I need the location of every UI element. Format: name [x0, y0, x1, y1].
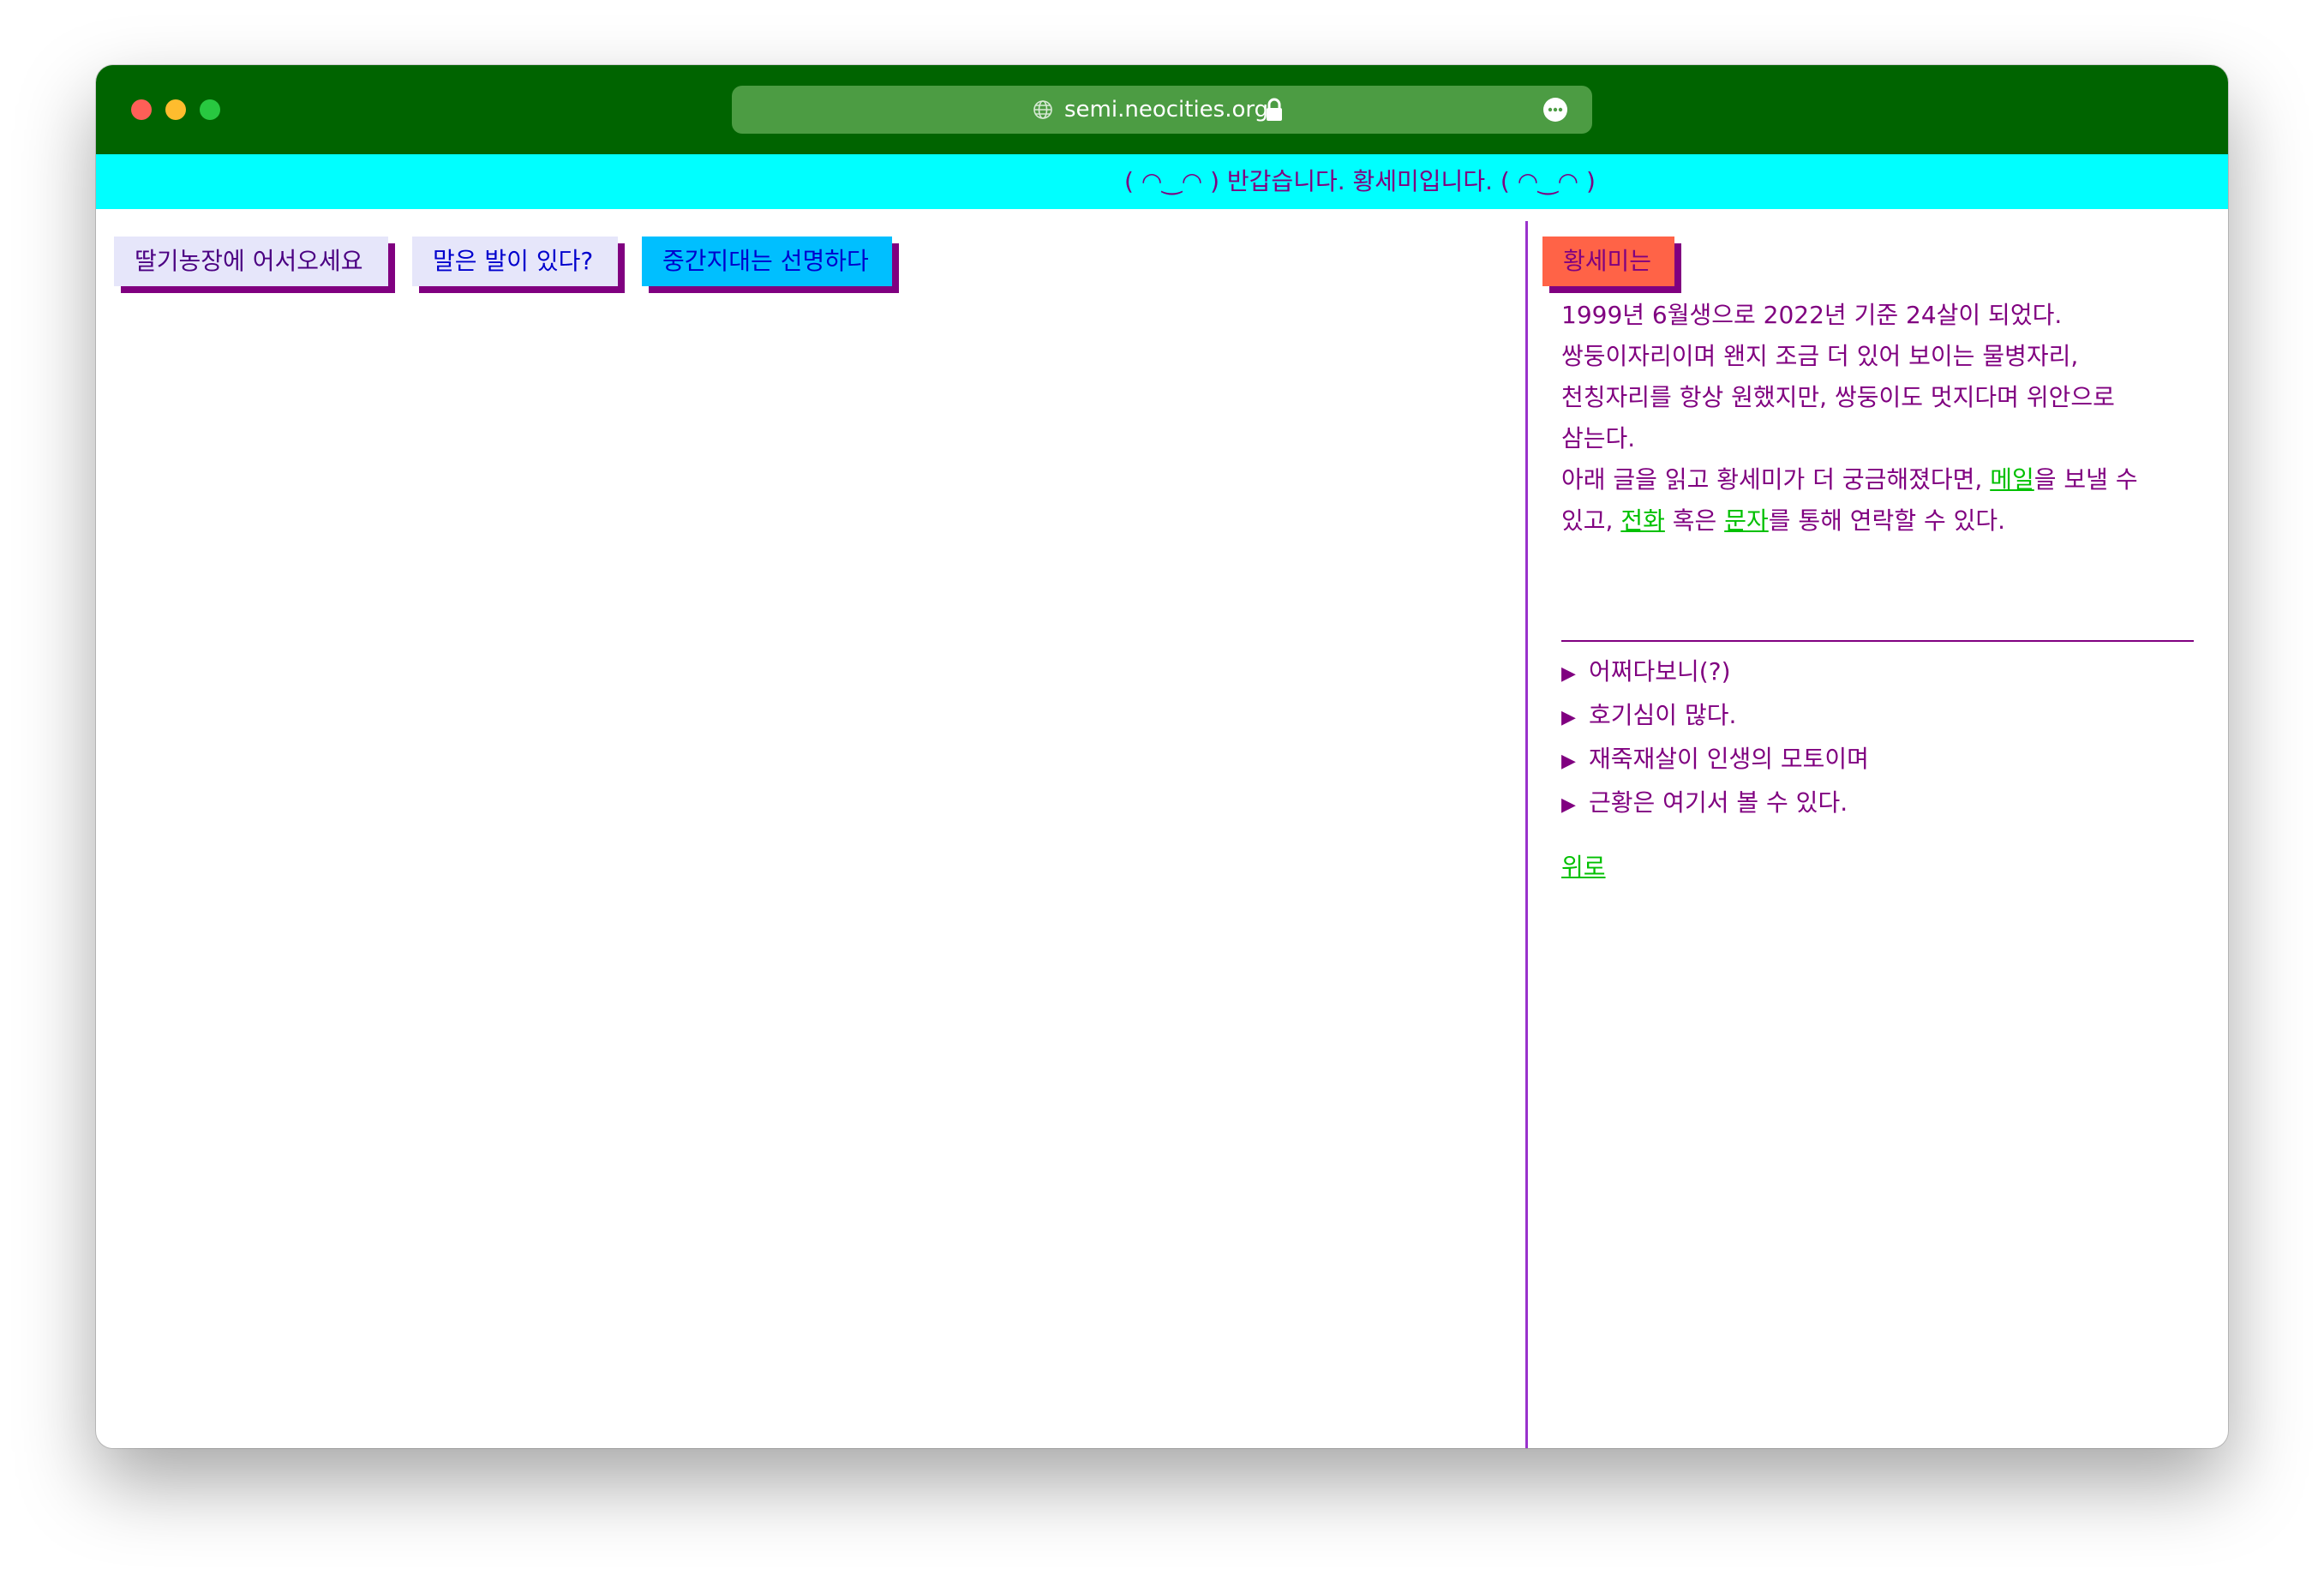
back-to-top-link[interactable]: 위로	[1561, 847, 1606, 888]
lock-icon	[1267, 98, 1282, 121]
text-message-link[interactable]: 문자	[1724, 506, 1769, 535]
welcome-banner: ( ◠‿◠ ) 반갑습니다. 황세미입니다. ( ◠‿◠ )	[96, 154, 2228, 209]
about-line: 천칭자리를 항상 원했지만, 쌍둥이도 멋지다며 위안으로	[1561, 383, 2115, 411]
about-semi-button[interactable]: 황세미는	[1542, 237, 1674, 286]
tab-horse-has-feet[interactable]: 말은 발이 있다?	[412, 237, 618, 286]
contact-paragraph: 아래 글을 읽고 황세미가 더 궁금해졌다면, 메일을 보낼 수있고, 전화 혹…	[1561, 459, 2178, 542]
mail-link[interactable]: 메일	[1990, 465, 2034, 494]
section-divider	[1561, 640, 2194, 642]
phone-link[interactable]: 전화	[1620, 506, 1665, 535]
tab-middle-ground[interactable]: 중간지대는 선명하다	[642, 237, 892, 286]
details-label: 어쩌다보니(?)	[1589, 657, 1731, 686]
triangle-right-icon: ▶	[1561, 794, 1576, 816]
tab-strawberry-farm[interactable]: 딸기농장에 어서오세요	[114, 237, 388, 286]
contact-text: 를 통해 연락할 수 있다.	[1768, 506, 2006, 535]
title-bar: semi.neocities.org	[96, 65, 2228, 154]
details-label: 재죽재살이 인생의 모토이며	[1589, 745, 1869, 773]
contact-text: 있고,	[1561, 506, 1621, 535]
details-toggle[interactable]: ▶ 호기심이 많다.	[1561, 695, 1869, 739]
close-window-button[interactable]	[131, 99, 152, 120]
details-toggle[interactable]: ▶ 재죽재살이 인생의 모토이며	[1561, 739, 1869, 782]
address-bar[interactable]: semi.neocities.org	[732, 86, 1592, 134]
column-divider	[1525, 221, 1528, 1448]
details-toggle[interactable]: ▶ 어쩌다보니(?)	[1561, 651, 1869, 695]
page-content: 딸기농장에 어서오세요 말은 발이 있다? 중간지대는 선명하다 황세미는 19…	[96, 209, 2228, 1448]
welcome-text: ( ◠‿◠ ) 반갑습니다. 황세미입니다. ( ◠‿◠ )	[1124, 167, 1596, 195]
contact-text: 아래 글을 읽고 황세미가 더 궁금해졌다면,	[1561, 465, 1991, 494]
details-label: 호기심이 많다.	[1589, 701, 1737, 729]
about-line: 삼는다.	[1561, 424, 1636, 452]
about-line: 쌍둥이자리이며 왠지 조금 더 있어 보이는 물병자리,	[1561, 342, 2079, 370]
details-list: ▶ 어쩌다보니(?) ▶ 호기심이 많다. ▶ 재죽재살이 인생의 모토이며 ▶ 근황은…	[1561, 651, 1869, 826]
triangle-right-icon: ▶	[1561, 663, 1576, 685]
maximize-window-button[interactable]	[200, 99, 220, 120]
about-text: 1999년 6월생으로 2022년 기준 24살이 되었다. 쌍둥이자리이며 왠…	[1561, 295, 2178, 542]
details-label: 근황은 여기서 볼 수 있다.	[1589, 788, 1848, 817]
more-options-icon[interactable]	[1542, 97, 1568, 123]
url-text: semi.neocities.org	[1064, 97, 1269, 123]
triangle-right-icon: ▶	[1561, 751, 1576, 772]
browser-window: semi.neocities.org ( ◠‿◠ ) 반갑습니다. 황세미입니다…	[96, 65, 2228, 1448]
contact-text: 혹은	[1664, 506, 1725, 535]
about-line: 1999년 6월생으로 2022년 기준 24살이 되었다.	[1561, 301, 2063, 329]
globe-icon	[1033, 100, 1052, 119]
details-toggle[interactable]: ▶ 근황은 여기서 볼 수 있다.	[1561, 782, 1869, 826]
minimize-window-button[interactable]	[165, 99, 186, 120]
contact-text: 을 보낼 수	[2034, 465, 2138, 494]
triangle-right-icon: ▶	[1561, 707, 1576, 728]
